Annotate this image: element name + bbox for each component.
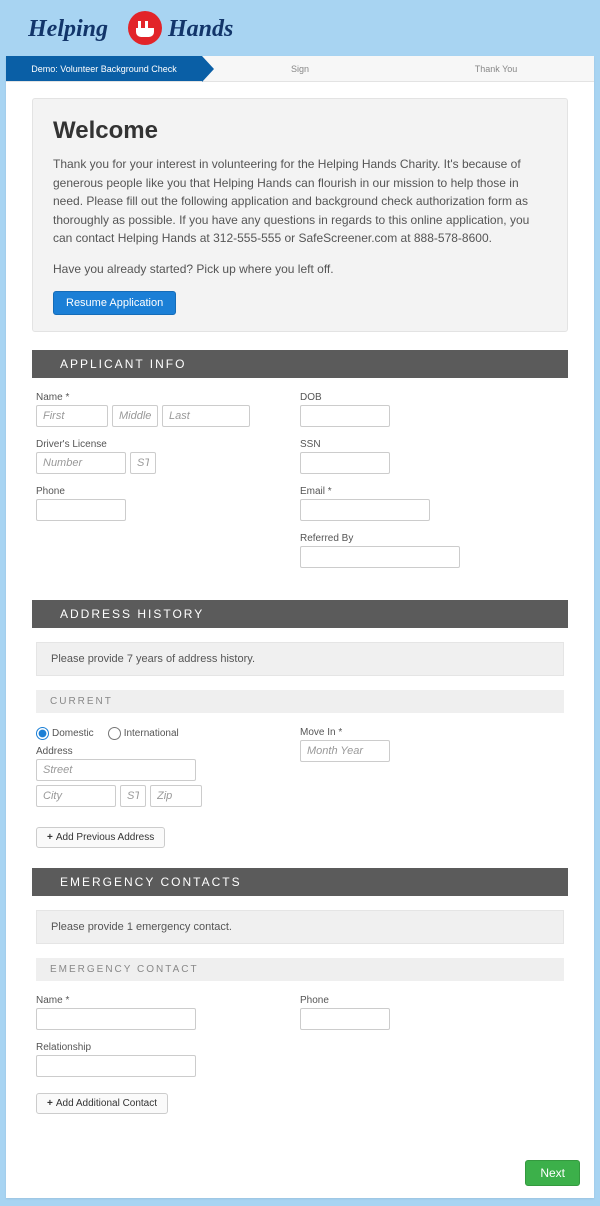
section-header-address: ADDRESS HISTORY <box>32 600 568 628</box>
referred-label: Referred By <box>300 533 554 544</box>
ec-phone-label: Phone <box>300 995 554 1006</box>
dl-label: Driver's License <box>36 439 290 450</box>
address-subheader: CURRENT <box>36 690 564 713</box>
add-additional-contact-button[interactable]: +Add Additional Contact <box>36 1093 168 1114</box>
address-note: Please provide 7 years of address histor… <box>36 642 564 676</box>
last-name-input[interactable] <box>162 405 250 427</box>
address-label: Address <box>36 746 290 757</box>
ec-phone-input[interactable] <box>300 1008 390 1030</box>
emergency-note: Please provide 1 emergency contact. <box>36 910 564 944</box>
welcome-title: Welcome <box>53 117 547 145</box>
email-input[interactable] <box>300 499 430 521</box>
dl-number-input[interactable] <box>36 452 126 474</box>
plus-icon: + <box>47 1098 53 1109</box>
name-label: Name * <box>36 392 290 403</box>
middle-name-input[interactable] <box>112 405 158 427</box>
ec-rel-label: Relationship <box>36 1042 290 1053</box>
dob-input[interactable] <box>300 405 390 427</box>
section-header-applicant: APPLICANT INFO <box>32 350 568 378</box>
phone-input[interactable] <box>36 499 126 521</box>
city-input[interactable] <box>36 785 116 807</box>
welcome-body: Thank you for your interest in volunteer… <box>53 155 547 248</box>
main-card: Demo: Volunteer Background Check Sign Th… <box>6 56 594 1198</box>
add-previous-address-button[interactable]: +Add Previous Address <box>36 827 165 848</box>
ec-rel-input[interactable] <box>36 1055 196 1077</box>
movein-label: Move In * <box>300 727 554 738</box>
logo-word1: Helping <box>28 16 108 42</box>
welcome-panel: Welcome Thank you for your interest in v… <box>32 98 568 332</box>
radio-international[interactable]: International <box>108 727 179 740</box>
dob-label: DOB <box>300 392 554 403</box>
plus-icon: + <box>47 832 53 843</box>
dl-state-input[interactable] <box>130 452 156 474</box>
progress-step-2[interactable]: Sign <box>202 56 398 81</box>
ec-name-label: Name * <box>36 995 290 1006</box>
ssn-input[interactable] <box>300 452 390 474</box>
logo-bar: Helping Hands <box>0 0 600 56</box>
phone-label: Phone <box>36 486 290 497</box>
ec-name-input[interactable] <box>36 1008 196 1030</box>
section-header-emergency: EMERGENCY CONTACTS <box>32 868 568 896</box>
email-label: Email * <box>300 486 554 497</box>
state-input[interactable] <box>120 785 146 807</box>
progress-step-3[interactable]: Thank You <box>398 56 594 81</box>
progress-step-1[interactable]: Demo: Volunteer Background Check <box>6 56 202 81</box>
helping-hands-logo: Helping Hands <box>28 6 238 50</box>
logo-word2: Hands <box>167 16 233 42</box>
movein-input[interactable] <box>300 740 390 762</box>
zip-input[interactable] <box>150 785 202 807</box>
street-input[interactable] <box>36 759 196 781</box>
first-name-input[interactable] <box>36 405 108 427</box>
progress-bar: Demo: Volunteer Background Check Sign Th… <box>6 56 594 82</box>
referred-by-input[interactable] <box>300 546 460 568</box>
radio-domestic[interactable]: Domestic <box>36 727 94 740</box>
next-button[interactable]: Next <box>525 1160 580 1186</box>
emergency-subheader: EMERGENCY CONTACT <box>36 958 564 981</box>
resume-application-button[interactable]: Resume Application <box>53 291 176 315</box>
ssn-label: SSN <box>300 439 554 450</box>
resume-prompt: Have you already started? Pick up where … <box>53 260 547 279</box>
